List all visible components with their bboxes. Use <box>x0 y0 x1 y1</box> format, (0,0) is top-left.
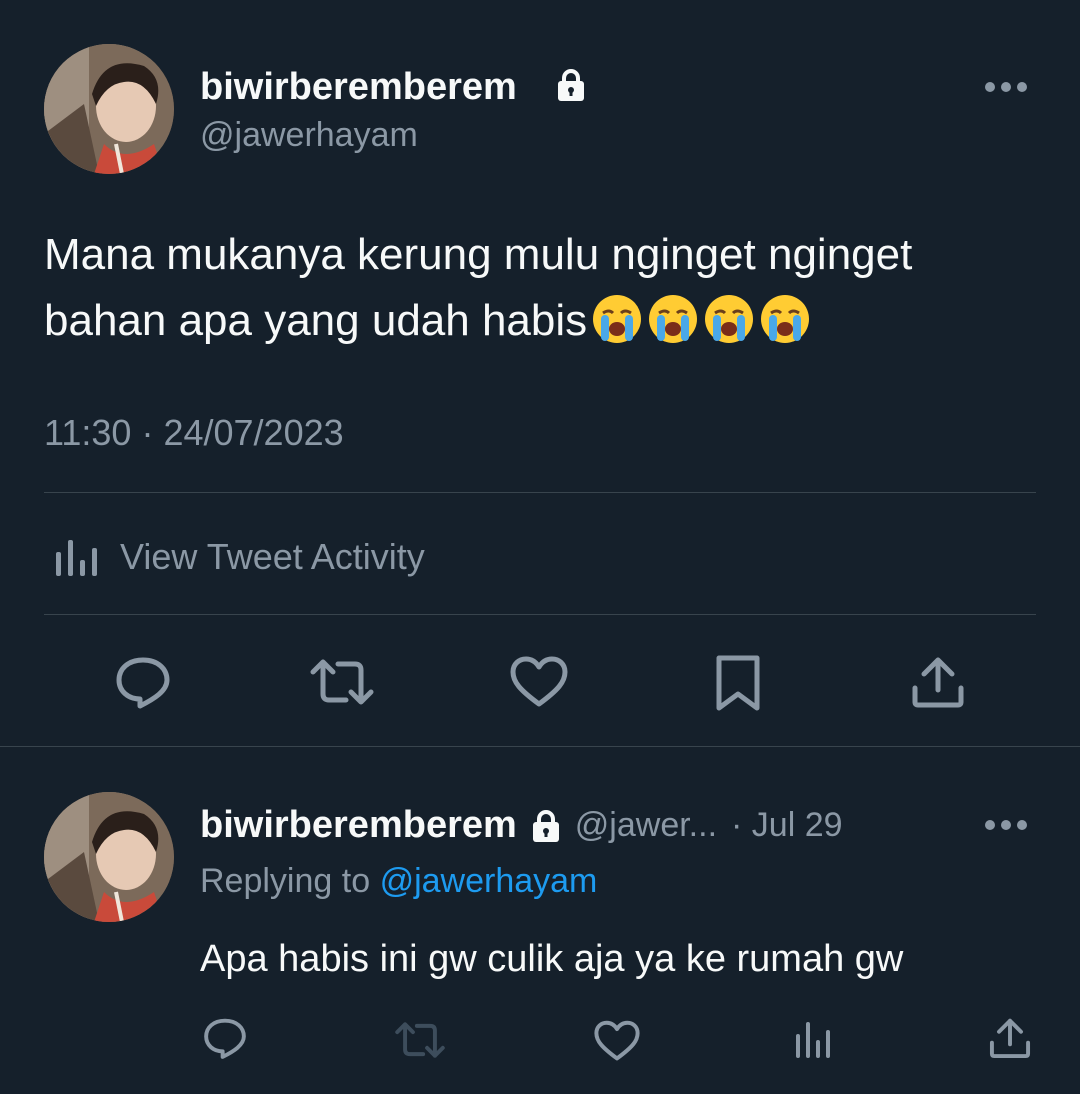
retweet-icon[interactable] <box>310 654 374 710</box>
retweet-icon[interactable] <box>394 1018 446 1062</box>
reply-icon[interactable] <box>114 654 172 710</box>
divider <box>44 492 1036 493</box>
heart-icon[interactable] <box>594 1020 640 1062</box>
reply-header: biwirberemberem @jawer... · Jul 29 <box>200 804 843 847</box>
share-icon[interactable] <box>910 654 966 710</box>
analytics-icon <box>52 534 98 580</box>
more-icon[interactable] <box>985 820 1027 830</box>
tweet-timestamp[interactable]: 11:30 · 24/07/2023 <box>44 412 344 454</box>
replying-to-label: Replying to <box>200 862 371 900</box>
analytics-icon[interactable] <box>794 1018 832 1060</box>
reply-date[interactable]: · Jul 29 <box>731 806 843 845</box>
timestamp-separator: · <box>141 412 154 453</box>
reply-text: Apa habis ini gw culik aja ya ke rumah g… <box>200 938 904 980</box>
reply-icon[interactable] <box>202 1016 248 1060</box>
display-name[interactable]: biwirberemberem <box>200 804 517 847</box>
replying-to: Replying to @jawerhayam <box>200 862 597 901</box>
more-icon[interactable] <box>985 82 1027 92</box>
tweet-time: 11:30 <box>44 412 132 453</box>
avatar[interactable] <box>44 792 174 922</box>
tweet-date: 24/07/2023 <box>163 412 344 453</box>
tweet-text: Mana mukanya kerung mulu nginget nginget… <box>44 222 1044 354</box>
divider <box>0 746 1080 747</box>
display-name[interactable]: biwirberemberem <box>200 66 517 109</box>
avatar[interactable] <box>44 44 174 174</box>
lock-icon <box>556 68 586 102</box>
user-handle[interactable]: @jawerhayam <box>200 116 418 155</box>
replying-to-handle[interactable]: @jawerhayam <box>380 862 598 900</box>
crying-emoji-icon <box>587 295 811 345</box>
user-handle[interactable]: @jawer... <box>575 806 717 845</box>
bookmark-icon[interactable] <box>714 654 762 712</box>
divider <box>44 614 1036 615</box>
share-icon[interactable] <box>988 1016 1032 1060</box>
lock-icon <box>531 809 561 843</box>
view-tweet-activity-link[interactable]: View Tweet Activity <box>52 534 425 580</box>
view-tweet-activity-label: View Tweet Activity <box>120 536 425 577</box>
heart-icon[interactable] <box>510 656 568 708</box>
